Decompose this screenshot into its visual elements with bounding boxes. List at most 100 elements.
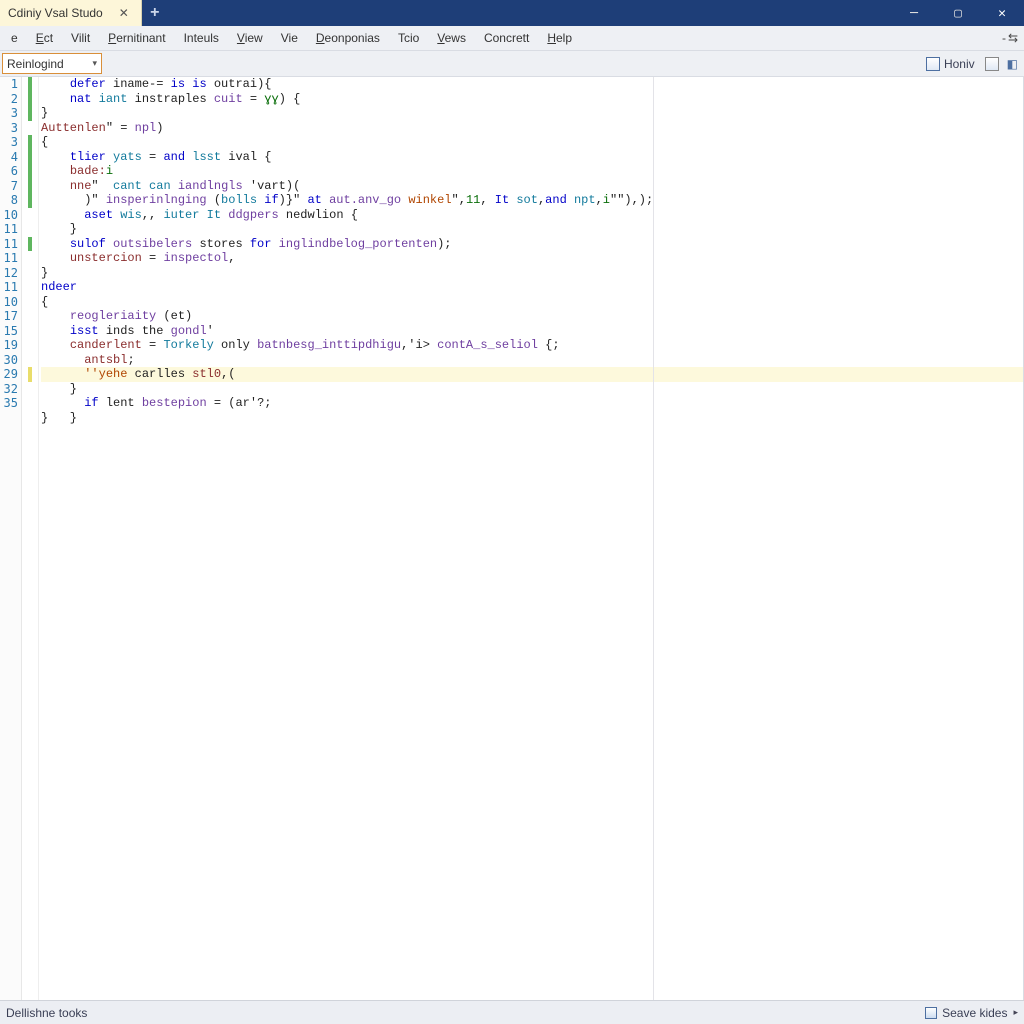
menu-help[interactable]: Help: [538, 28, 581, 48]
line-number: 11: [0, 222, 18, 237]
code-line[interactable]: {: [41, 135, 1023, 150]
line-number: 19: [0, 338, 18, 353]
line-number: 17: [0, 309, 18, 324]
change-saved-mark: [28, 193, 32, 208]
change-margin: [22, 77, 39, 1000]
change-saved-mark: [28, 106, 32, 121]
code-line[interactable]: }: [41, 266, 1023, 281]
status-bar: Dellishne tooks Seave kides ▸: [0, 1000, 1024, 1024]
menu-tcio[interactable]: Tcio: [389, 28, 428, 48]
status-right-text[interactable]: Seave kides: [942, 1006, 1007, 1020]
code-line[interactable]: tlier yats = and lsst ival {: [41, 150, 1023, 165]
code-line[interactable]: bade:i: [41, 164, 1023, 179]
change-saved-mark: [28, 92, 32, 107]
title-bar: Cdiniy Vsal Studo ✕ + ─ ▢ ✕: [0, 0, 1024, 26]
document-tab-label: Cdiniy Vsal Studo: [8, 6, 103, 20]
change-saved-mark: [28, 77, 32, 92]
code-line[interactable]: } }: [41, 411, 1023, 426]
minimize-button[interactable]: ─: [892, 0, 936, 26]
menu-pernitinant[interactable]: Pernitinant: [99, 28, 174, 48]
menu-right-glyph-icon[interactable]: ⇆: [1008, 31, 1018, 45]
line-number: 10: [0, 295, 18, 310]
configuration-combo-value: Reinlogind: [7, 57, 64, 71]
change-none: [28, 382, 32, 397]
menu-concrett[interactable]: Concrett: [475, 28, 538, 48]
panel-icon-2[interactable]: [985, 57, 999, 71]
change-saved-mark: [28, 135, 32, 150]
change-none: [28, 324, 32, 339]
code-line[interactable]: }: [41, 222, 1023, 237]
change-saved-mark: [28, 179, 32, 194]
line-number: 15: [0, 324, 18, 339]
menu-inteuls[interactable]: Inteuls: [175, 28, 228, 48]
new-tab-button[interactable]: +: [142, 0, 168, 26]
maximize-button[interactable]: ▢: [936, 0, 980, 26]
menu-ect[interactable]: Ect: [27, 28, 62, 48]
code-line[interactable]: )" insperinlnging (bolls if)}" at aut.an…: [41, 193, 1023, 208]
code-line[interactable]: if lent bestepion = (ar'?;: [41, 396, 1023, 411]
menu-vie[interactable]: Vie: [272, 28, 307, 48]
change-none: [28, 251, 32, 266]
change-none: [28, 309, 32, 324]
code-line[interactable]: canderlent = Torkely only batnbesg_intti…: [41, 338, 1023, 353]
menu-deonponias[interactable]: Deonponias: [307, 28, 389, 48]
line-number: 3: [0, 135, 18, 150]
code-line[interactable]: ndeer: [41, 280, 1023, 295]
code-line[interactable]: nne" cant can iandlngls 'vart)(: [41, 179, 1023, 194]
change-none: [28, 338, 32, 353]
chevron-down-icon: ▾: [92, 58, 97, 69]
code-line[interactable]: Auttenlen" = npl): [41, 121, 1023, 136]
code-line[interactable]: ''yehe carlles stl0,(: [41, 367, 1023, 382]
change-saved-mark: [28, 150, 32, 165]
code-line[interactable]: defer iname-= is is outrai){: [41, 77, 1023, 92]
change-none: [28, 222, 32, 237]
menu-e[interactable]: e: [2, 28, 27, 48]
code-line[interactable]: {: [41, 295, 1023, 310]
change-none: [28, 208, 32, 223]
code-line[interactable]: antsbl;: [41, 353, 1023, 368]
toolbar-right: Honiv ◧: [926, 57, 1022, 71]
line-number: 1: [0, 77, 18, 92]
line-number: 3: [0, 121, 18, 136]
home-label[interactable]: Honiv: [944, 57, 975, 71]
line-number: 8: [0, 193, 18, 208]
menu-right-dash[interactable]: -: [1002, 31, 1006, 45]
line-number-gutter: 1233346781011111112111017151930293235: [0, 77, 22, 1000]
code-line[interactable]: }: [41, 382, 1023, 397]
menu-vews[interactable]: Vews: [428, 28, 475, 48]
line-number: 11: [0, 251, 18, 266]
menu-vilit[interactable]: Vilit: [62, 28, 99, 48]
change-none: [28, 266, 32, 281]
line-number: 3: [0, 106, 18, 121]
code-line[interactable]: nat iant instraples cuit = ɣɣ) {: [41, 92, 1023, 107]
line-number: 2: [0, 92, 18, 107]
code-line[interactable]: aset wis,, iuter It ddgpers nedwlion {: [41, 208, 1023, 223]
code-line[interactable]: }: [41, 106, 1023, 121]
line-number: 12: [0, 266, 18, 281]
status-left-text: Dellishne tooks: [6, 1006, 87, 1020]
close-tab-icon[interactable]: ✕: [115, 6, 133, 20]
line-number: 4: [0, 150, 18, 165]
code-line[interactable]: unstercion = inspectol,: [41, 251, 1023, 266]
close-window-button[interactable]: ✕: [980, 0, 1024, 26]
line-number: 30: [0, 353, 18, 368]
status-caret-icon[interactable]: ▸: [1013, 1007, 1018, 1018]
code-line[interactable]: sulof outsibelers stores for inglindbelo…: [41, 237, 1023, 252]
line-number: 10: [0, 208, 18, 223]
panel-glyph-icon[interactable]: ◧: [1007, 57, 1018, 71]
code-line[interactable]: isst inds the gondl': [41, 324, 1023, 339]
change-none: [28, 280, 32, 295]
change-saved-mark: [28, 164, 32, 179]
line-number: 35: [0, 396, 18, 411]
toolbar: Reinlogind ▾ Honiv ◧: [0, 51, 1024, 77]
code-line[interactable]: reogleriaity (et): [41, 309, 1023, 324]
document-tab[interactable]: Cdiniy Vsal Studo ✕: [0, 0, 142, 26]
code-area[interactable]: defer iname-= is is outrai){ nat iant in…: [39, 77, 1024, 1000]
code-editor[interactable]: 1233346781011111112111017151930293235 de…: [0, 77, 1024, 1000]
configuration-combo[interactable]: Reinlogind ▾: [2, 53, 102, 74]
status-icon[interactable]: [925, 1007, 937, 1019]
panel-icon[interactable]: [926, 57, 940, 71]
change-unsaved-mark: [28, 367, 32, 382]
menu-view[interactable]: View: [228, 28, 272, 48]
line-number: 11: [0, 280, 18, 295]
